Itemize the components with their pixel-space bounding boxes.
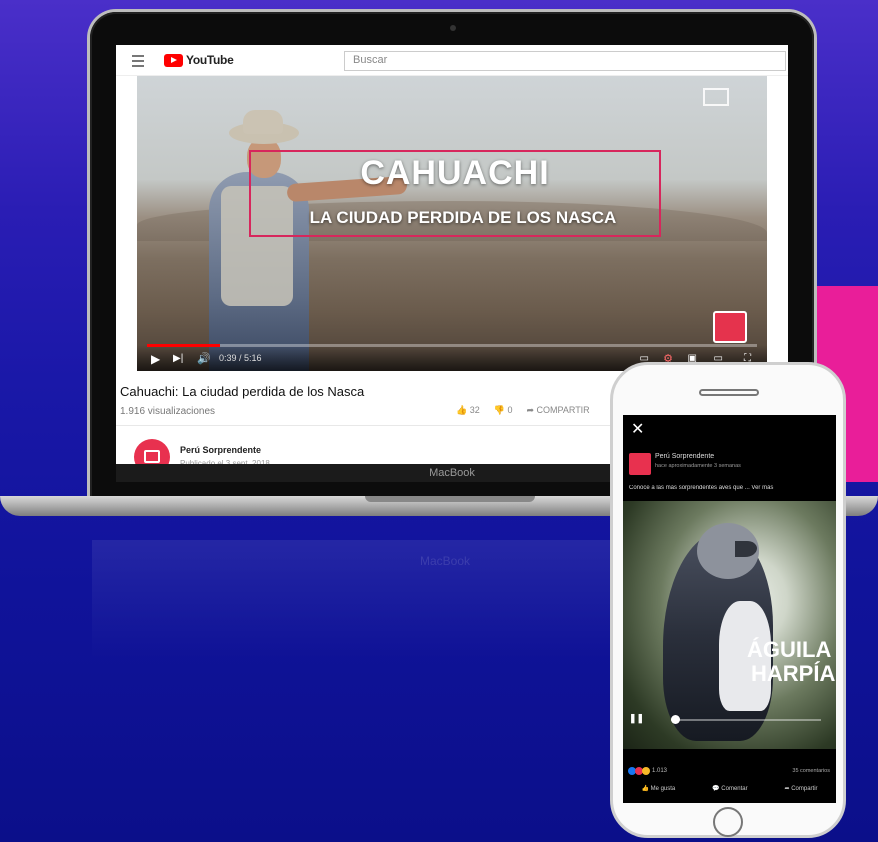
youtube-logo[interactable]: YouTube [164, 53, 234, 67]
share-action-button[interactable]: ➦ Compartir [785, 785, 818, 792]
phone: ✕ Perú Sorprendente hace aproximadamente… [610, 362, 846, 838]
wow-reaction-icon [642, 767, 650, 775]
video-progress-fill [147, 344, 221, 347]
video-progress-bar[interactable] [147, 344, 757, 347]
comments-count[interactable]: 35 comentarios [792, 768, 830, 774]
post-actions: 👍 Me gusta 💬 Comentar ➦ Compartir [623, 785, 836, 792]
phone-speaker [699, 389, 759, 396]
comment-action-button[interactable]: 💬 Comentar [712, 785, 747, 792]
comment-action-label: Comentar [721, 786, 748, 792]
home-button[interactable] [713, 807, 743, 837]
video-overlay-subtitle: LA CIUDAD PERDIDA DE LOS NASCA [309, 208, 617, 227]
video-player[interactable]: CAHUACHI LA CIUDAD PERDIDA DE LOS NASCA … [137, 76, 767, 371]
facebook-progress-bar[interactable] [671, 719, 821, 721]
cards-icon[interactable] [703, 88, 729, 106]
pause-icon[interactable]: ❚❚ [629, 713, 644, 724]
video-title-overlay: CAHUACHI LA CIUDAD PERDIDA DE LOS NASCA [249, 150, 661, 237]
search-input[interactable]: Buscar [344, 51, 786, 71]
page-avatar[interactable] [629, 453, 651, 475]
next-icon[interactable]: ▶| [173, 353, 183, 364]
menu-icon[interactable] [132, 55, 144, 67]
post-caption: Conoce a las más sorprendentes aves que … [629, 485, 774, 491]
youtube-play-icon [164, 53, 183, 67]
video-overlay-line2: HARPÍA [751, 661, 836, 686]
video-overlay-line1: ÁGUILA [747, 637, 832, 662]
like-button[interactable]: 👍 32 [456, 405, 480, 416]
phone-screen: ✕ Perú Sorprendente hace aproximadamente… [623, 415, 836, 803]
play-icon[interactable]: ▶ [151, 352, 160, 366]
reaction-count: 1.013 [652, 768, 668, 774]
like-count: 32 [469, 405, 480, 415]
youtube-logo-text: YouTube [186, 53, 234, 67]
page-name[interactable]: Perú Sorprendente [655, 453, 714, 460]
laptop-base-notch [365, 496, 535, 502]
facebook-video[interactable]: ÁGUILA HARPÍA ❚❚ [623, 501, 836, 749]
video-overlay-title: CAHUACHI [360, 154, 550, 192]
dislike-count: 0 [507, 405, 513, 415]
share-label: COMPARTIR [536, 405, 590, 415]
video-actions: 👍 32 👎 0 ➦ COMPARTIR [456, 405, 590, 416]
time-display: 0:39 / 5:16 [219, 353, 262, 363]
channel-name[interactable]: Perú Sorprendente [180, 445, 261, 455]
like-action-button[interactable]: 👍 Me gusta [641, 785, 675, 792]
youtube-header: YouTube Buscar [116, 45, 788, 76]
close-icon[interactable]: ✕ [631, 419, 644, 439]
share-button[interactable]: ➦ COMPARTIR [526, 405, 589, 416]
post-time: hace aproximadamente 3 semanas [655, 463, 741, 469]
reflection-brand-label: MacBook [420, 554, 471, 568]
video-title: Cahuachi: La ciudad perdida de los Nasca [120, 384, 365, 399]
reactions-summary[interactable]: 1.013 [628, 767, 667, 775]
share-action-label: Compartir [791, 786, 818, 792]
volume-icon[interactable]: 🔊 [197, 352, 211, 365]
view-count: 1.916 visualizaciones [120, 406, 216, 417]
channel-watermark-icon[interactable] [713, 311, 747, 343]
search-placeholder: Buscar [353, 54, 388, 66]
progress-knob[interactable] [671, 715, 680, 724]
video-person-hat [243, 110, 283, 134]
laptop-camera [450, 25, 456, 31]
like-action-label: Me gusta [650, 786, 676, 792]
dislike-button[interactable]: 👎 0 [494, 405, 513, 416]
